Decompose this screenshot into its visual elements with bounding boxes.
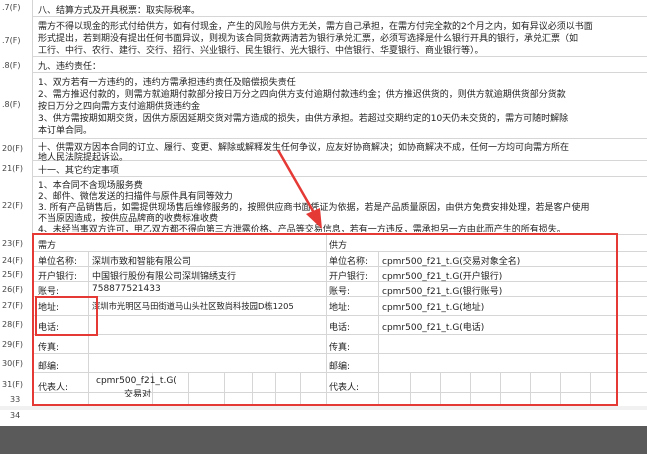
clause-settlement[interactable]: 八、结算方式及开具税票：取实际税率。 bbox=[38, 3, 200, 16]
app-status-bar bbox=[0, 426, 647, 454]
row-number[interactable]: 31(F) bbox=[0, 380, 32, 389]
clause-payment-line[interactable]: 工行、中行、农行、建行、交行、招行、兴业银行、民生银行、光大银行、中信银行、华夏… bbox=[38, 43, 484, 56]
clause-breach-heading[interactable]: 九、违约责任： bbox=[38, 59, 101, 72]
clause-breach-line[interactable]: 3、供方需按期如期交货，因供方原因延期交货对需方造成的损失，由供方承担。若超过交… bbox=[38, 111, 568, 124]
row-number[interactable]: .7(F) bbox=[0, 3, 32, 12]
row-number[interactable]: 20(F) bbox=[0, 144, 32, 153]
row-number[interactable]: .8(F) bbox=[0, 100, 32, 109]
row-number[interactable]: 24(F) bbox=[0, 256, 32, 265]
row-number[interactable]: .7(F) bbox=[0, 36, 32, 45]
row-number[interactable]: 34 bbox=[8, 411, 40, 420]
row-number[interactable]: 23(F) bbox=[0, 239, 32, 248]
clause-dispute-line[interactable]: 地人民法院提起诉讼。 bbox=[38, 150, 128, 163]
spreadsheet-row: 34 bbox=[0, 410, 647, 426]
party-info-highlight bbox=[32, 233, 618, 406]
row-number[interactable]: 28(F) bbox=[0, 320, 32, 329]
row-number[interactable]: 30(F) bbox=[0, 359, 32, 368]
row-number[interactable]: 27(F) bbox=[0, 301, 32, 310]
clause-breach-line[interactable]: 本订单合同。 bbox=[38, 123, 92, 136]
row-number[interactable]: 21(F) bbox=[0, 164, 32, 173]
row-number[interactable]: .8(F) bbox=[0, 61, 32, 70]
row-number[interactable]: 26(F) bbox=[0, 285, 32, 294]
row-number[interactable]: 29(F) bbox=[0, 340, 32, 349]
row-number[interactable]: 22(F) bbox=[0, 201, 32, 210]
row-number[interactable]: 25(F) bbox=[0, 270, 32, 279]
address-phone-highlight bbox=[35, 296, 98, 336]
clause-other-heading[interactable]: 十一、其它约定事项 bbox=[38, 163, 119, 176]
